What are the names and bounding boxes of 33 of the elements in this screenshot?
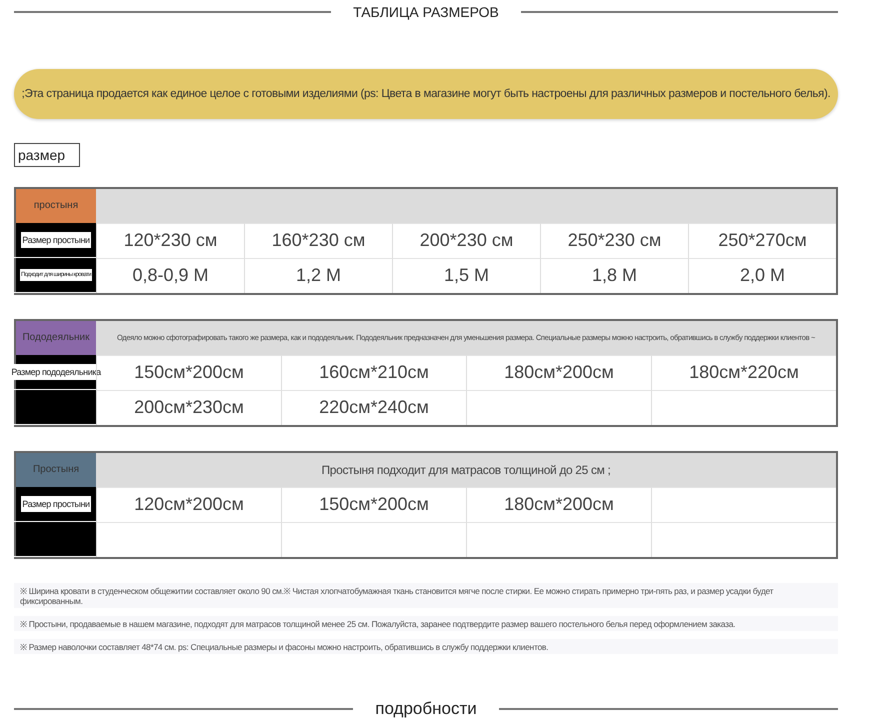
table-cell: 200*230 см bbox=[420, 230, 514, 252]
size-label: размер bbox=[14, 142, 80, 167]
section-title: подробности bbox=[375, 699, 477, 720]
table-cell: 250*230 см bbox=[568, 230, 662, 252]
category-label: простыня bbox=[14, 188, 96, 223]
table-note: Простыня подходит для матрасов толщиной до 25 см ; bbox=[322, 462, 610, 477]
table-cell: 2,0 М bbox=[740, 265, 786, 286]
table-cell: 160*230 см bbox=[272, 230, 366, 252]
table-cell: 200см*230см bbox=[134, 397, 244, 418]
table-cell: 1,2 М bbox=[296, 265, 342, 286]
footnote: ※ Ширина кровати в студенческом общежитии составляет около 90 см.※ Чистая хлопчатобумажная ткань становится мягче после стирки. Ее можно стирать примерно три-пять раз, и размер усадки будет фиксированным. bbox=[14, 582, 838, 608]
table-cell: 150см*200см bbox=[319, 494, 429, 516]
table-cell: 250*270см bbox=[718, 230, 807, 252]
footnote: ※ Простыни, продаваемые в нашем магазине, подходят для матрасов толщиной менее 25 см. Пожалуйста, заранее подтвердите размер вашего постельного белья перед оформлением заказа. bbox=[14, 616, 838, 631]
row-label: Размер простыни bbox=[21, 496, 91, 512]
table-cell: 150см*200см bbox=[134, 362, 244, 384]
row-label: Размер пододеяльника bbox=[10, 364, 102, 380]
category-label: Простыня bbox=[14, 452, 96, 487]
footnote: ※ Размер наволочки составляет 48*74 см. ps: Специальные размеры и фасоны можно настроить, обратившись в службу поддержки клиентов. bbox=[14, 638, 838, 654]
table-cell: 220см*240см bbox=[319, 397, 429, 418]
table-cell: 1,5 М bbox=[444, 265, 490, 286]
table-cell: 180см*200см bbox=[504, 362, 614, 384]
table-cell: 0,8-0,9 М bbox=[132, 265, 209, 286]
table-cell: 180см*220см bbox=[689, 362, 799, 384]
table-cell: 180см*200см bbox=[504, 494, 614, 516]
category-label: Пододеяльник bbox=[14, 320, 96, 355]
table-cell: 160см*210см bbox=[319, 362, 429, 384]
table-cell: 120см*200см bbox=[134, 494, 244, 516]
row-label: Размер простыни bbox=[21, 232, 91, 248]
table-cell: 1,8 М bbox=[592, 265, 638, 286]
table-cell: 120*230 см bbox=[124, 230, 218, 252]
notice-banner: ;Эта страница продается как единое целое с готовыми изделиями (ps: Цвета в магазине могут быть настроены для различных размеров и постельного белья). bbox=[14, 69, 838, 119]
section-title: ТАБЛИЦА РАЗМЕРОВ bbox=[353, 4, 499, 20]
